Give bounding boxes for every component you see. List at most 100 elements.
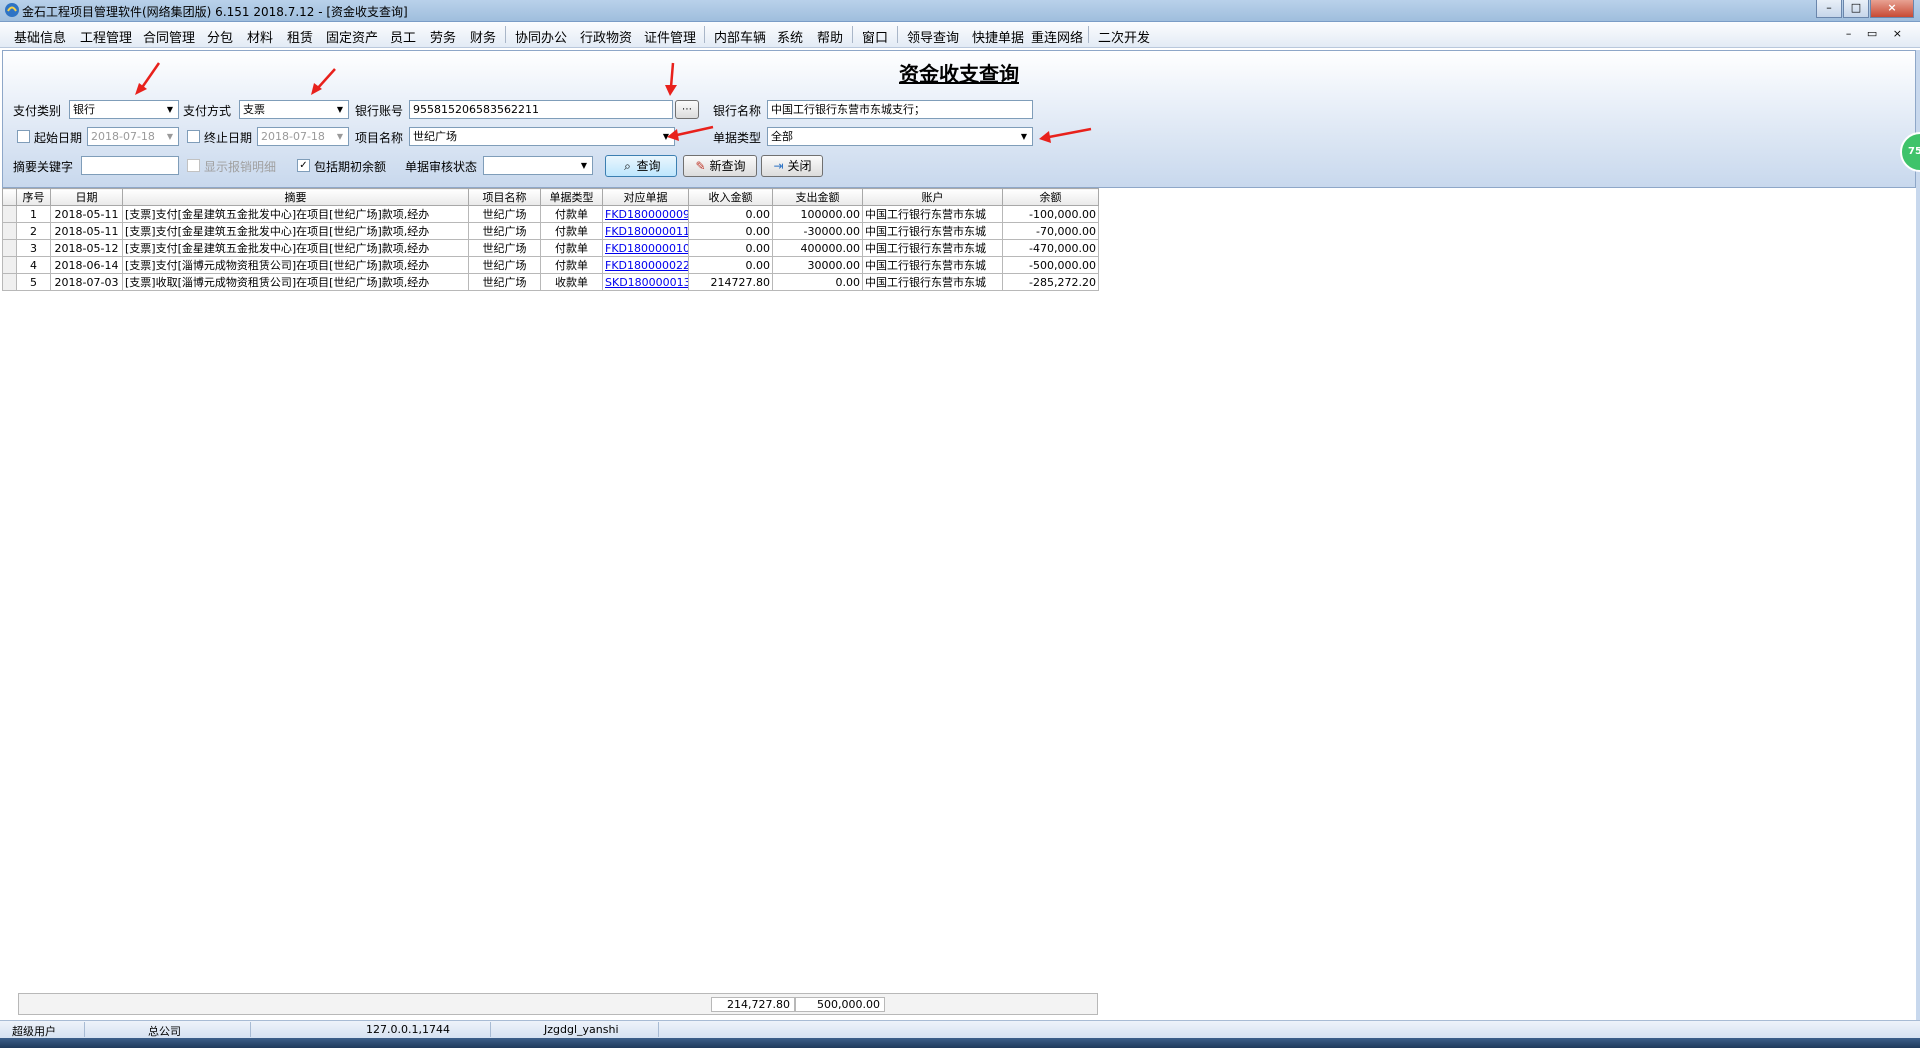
chevron-down-icon[interactable]: ▼ <box>333 102 347 117</box>
menu-secondary-dev[interactable]: 二次开发 <box>1098 27 1150 46</box>
menu-separator <box>704 26 705 43</box>
minimize-button[interactable]: – <box>1816 0 1842 18</box>
row-selector[interactable] <box>2 239 17 257</box>
menu-admin-supplies[interactable]: 行政物资 <box>580 27 632 46</box>
edit-icon: ✎ <box>695 159 706 173</box>
cell-doc-link[interactable]: FKD180000022 <box>602 256 689 274</box>
chevron-down-icon[interactable]: ▼ <box>1017 129 1031 144</box>
menu-staff[interactable]: 员工 <box>390 27 416 46</box>
column-header-date[interactable]: 日期 <box>50 188 123 206</box>
table-row[interactable]: 2 2018-05-11 [支票]支付[金星建筑五金批发中心]在项目[世纪广场]… <box>2 222 1099 240</box>
menu-material[interactable]: 材料 <box>247 27 273 46</box>
mdi-window-buttons[interactable]: – ▭ × <box>1846 27 1908 40</box>
cell-doc-link[interactable]: FKD180000009 <box>602 205 689 223</box>
chevron-down-icon[interactable]: ▼ <box>163 129 177 144</box>
start-date-checkbox[interactable] <box>17 130 30 143</box>
pay-method-select[interactable]: 支票 ▼ <box>239 100 349 119</box>
column-header-project[interactable]: 项目名称 <box>468 188 541 206</box>
column-header-account[interactable]: 账户 <box>862 188 1003 206</box>
chevron-down-icon[interactable]: ▼ <box>163 102 177 117</box>
menu-window[interactable]: 窗口 <box>862 27 888 46</box>
cell-doc-link[interactable]: SKD180000013 <box>602 273 689 291</box>
cell-index: 5 <box>16 273 51 291</box>
cell-doc-link[interactable]: FKD180000010 <box>602 239 689 257</box>
menu-lease[interactable]: 租赁 <box>287 27 313 46</box>
bank-account-field[interactable]: 955815206583562211 <box>409 100 673 119</box>
query-button[interactable]: ⌕ 查询 <box>605 155 677 177</box>
menu-leader-query[interactable]: 领导查询 <box>907 27 959 46</box>
menu-system[interactable]: 系统 <box>777 27 803 46</box>
project-name-value: 世纪广场 <box>413 130 457 143</box>
include-opening-checkbox[interactable]: ✓ <box>297 159 310 172</box>
menu-separator <box>1088 26 1089 43</box>
table-row[interactable]: 5 2018-07-03 [支票]收取[淄博元成物资租赁公司]在项目[世纪广场]… <box>2 273 1099 291</box>
menu-subcontract[interactable]: 分包 <box>207 27 233 46</box>
close-window-button[interactable]: × <box>1870 0 1914 18</box>
row-selector[interactable] <box>2 222 17 240</box>
cell-summary: [支票]收取[淄博元成物资租赁公司]在项目[世纪广场]款项,经办 <box>122 273 469 291</box>
menu-basic-info[interactable]: 基础信息 <box>14 27 66 46</box>
row-selector[interactable] <box>2 273 17 291</box>
menu-certificates[interactable]: 证件管理 <box>644 27 696 46</box>
menu-quick-docs[interactable]: 快捷单据 <box>972 27 1024 46</box>
pay-category-select[interactable]: 银行 ▼ <box>69 100 179 119</box>
cell-balance: -100,000.00 <box>1002 205 1099 223</box>
cell-expense: -30000.00 <box>772 222 863 240</box>
doc-type-select[interactable]: 全部 ▼ <box>767 127 1033 146</box>
chevron-down-icon[interactable]: ▼ <box>577 158 591 173</box>
pay-category-label: 支付类别 <box>13 104 62 118</box>
column-header-doc-no[interactable]: 对应单据 <box>602 188 689 206</box>
menu-contract-mgmt[interactable]: 合同管理 <box>143 27 195 46</box>
annotation-arrow-icon <box>667 125 714 141</box>
menu-fixed-assets[interactable]: 固定资产 <box>326 27 378 46</box>
cell-doc-type: 付款单 <box>540 222 603 240</box>
column-header-expense[interactable]: 支出金额 <box>772 188 863 206</box>
search-icon: ⌕ <box>624 159 631 173</box>
audit-status-select[interactable]: ▼ <box>483 156 593 175</box>
cell-doc-type: 收款单 <box>540 273 603 291</box>
cell-income: 0.00 <box>688 256 773 274</box>
end-date-field[interactable]: 2018-07-18 ▼ <box>257 127 349 146</box>
close-button[interactable]: ⇥ 关闭 <box>761 155 823 177</box>
menu-separator <box>852 26 853 43</box>
column-header-index[interactable]: 序号 <box>16 188 51 206</box>
menu-vehicles[interactable]: 内部车辆 <box>714 27 766 46</box>
show-detail-checkbox[interactable] <box>187 159 200 172</box>
cell-summary: [支票]支付[金星建筑五金批发中心]在项目[世纪广场]款项,经办 <box>122 239 469 257</box>
row-selector-header <box>2 188 17 206</box>
menu-help[interactable]: 帮助 <box>817 27 843 46</box>
bank-name-field[interactable]: 中国工行银行东营市东城支行； <box>767 100 1033 119</box>
chevron-down-icon[interactable]: ▼ <box>333 129 347 144</box>
menu-reconnect[interactable]: 重连网络 <box>1031 27 1083 46</box>
new-query-button-label: 新查询 <box>709 159 746 173</box>
end-date-checkbox[interactable] <box>187 130 200 143</box>
column-header-doc-type[interactable]: 单据类型 <box>540 188 603 206</box>
menu-project-mgmt[interactable]: 工程管理 <box>80 27 132 46</box>
status-company: 总公司 <box>148 1025 181 1038</box>
cell-income: 214727.80 <box>688 273 773 291</box>
row-selector[interactable] <box>2 256 17 274</box>
column-header-income[interactable]: 收入金额 <box>688 188 773 206</box>
table-row[interactable]: 1 2018-05-11 [支票]支付[金星建筑五金批发中心]在项目[世纪广场]… <box>2 205 1099 223</box>
bank-account-label: 银行账号 <box>355 104 404 118</box>
menu-collaboration[interactable]: 协同办公 <box>515 27 567 46</box>
cell-doc-type: 付款单 <box>540 239 603 257</box>
table-row[interactable]: 4 2018-06-14 [支票]支付[淄博元成物资租赁公司]在项目[世纪广场]… <box>2 256 1099 274</box>
column-header-balance[interactable]: 余额 <box>1002 188 1099 206</box>
row-selector[interactable] <box>2 205 17 223</box>
cell-index: 3 <box>16 239 51 257</box>
menu-labor[interactable]: 劳务 <box>430 27 456 46</box>
project-name-select[interactable]: 世纪广场 ▼ <box>409 127 675 146</box>
cell-doc-link[interactable]: FKD180000011 <box>602 222 689 240</box>
start-date-field[interactable]: 2018-07-18 ▼ <box>87 127 179 146</box>
menu-finance[interactable]: 财务 <box>470 27 496 46</box>
keyword-input[interactable] <box>81 156 179 175</box>
column-header-summary[interactable]: 摘要 <box>122 188 469 206</box>
status-address: 127.0.0.1,1744 <box>366 1023 450 1036</box>
cell-account: 中国工行银行东营市东城 <box>862 239 1003 257</box>
new-query-button[interactable]: ✎ 新查询 <box>683 155 757 177</box>
maximize-button[interactable]: □ <box>1843 0 1869 18</box>
table-row[interactable]: 3 2018-05-12 [支票]支付[金星建筑五金批发中心]在项目[世纪广场]… <box>2 239 1099 257</box>
bank-account-picker-button[interactable]: ⋯ <box>675 100 699 119</box>
cell-income: 0.00 <box>688 205 773 223</box>
